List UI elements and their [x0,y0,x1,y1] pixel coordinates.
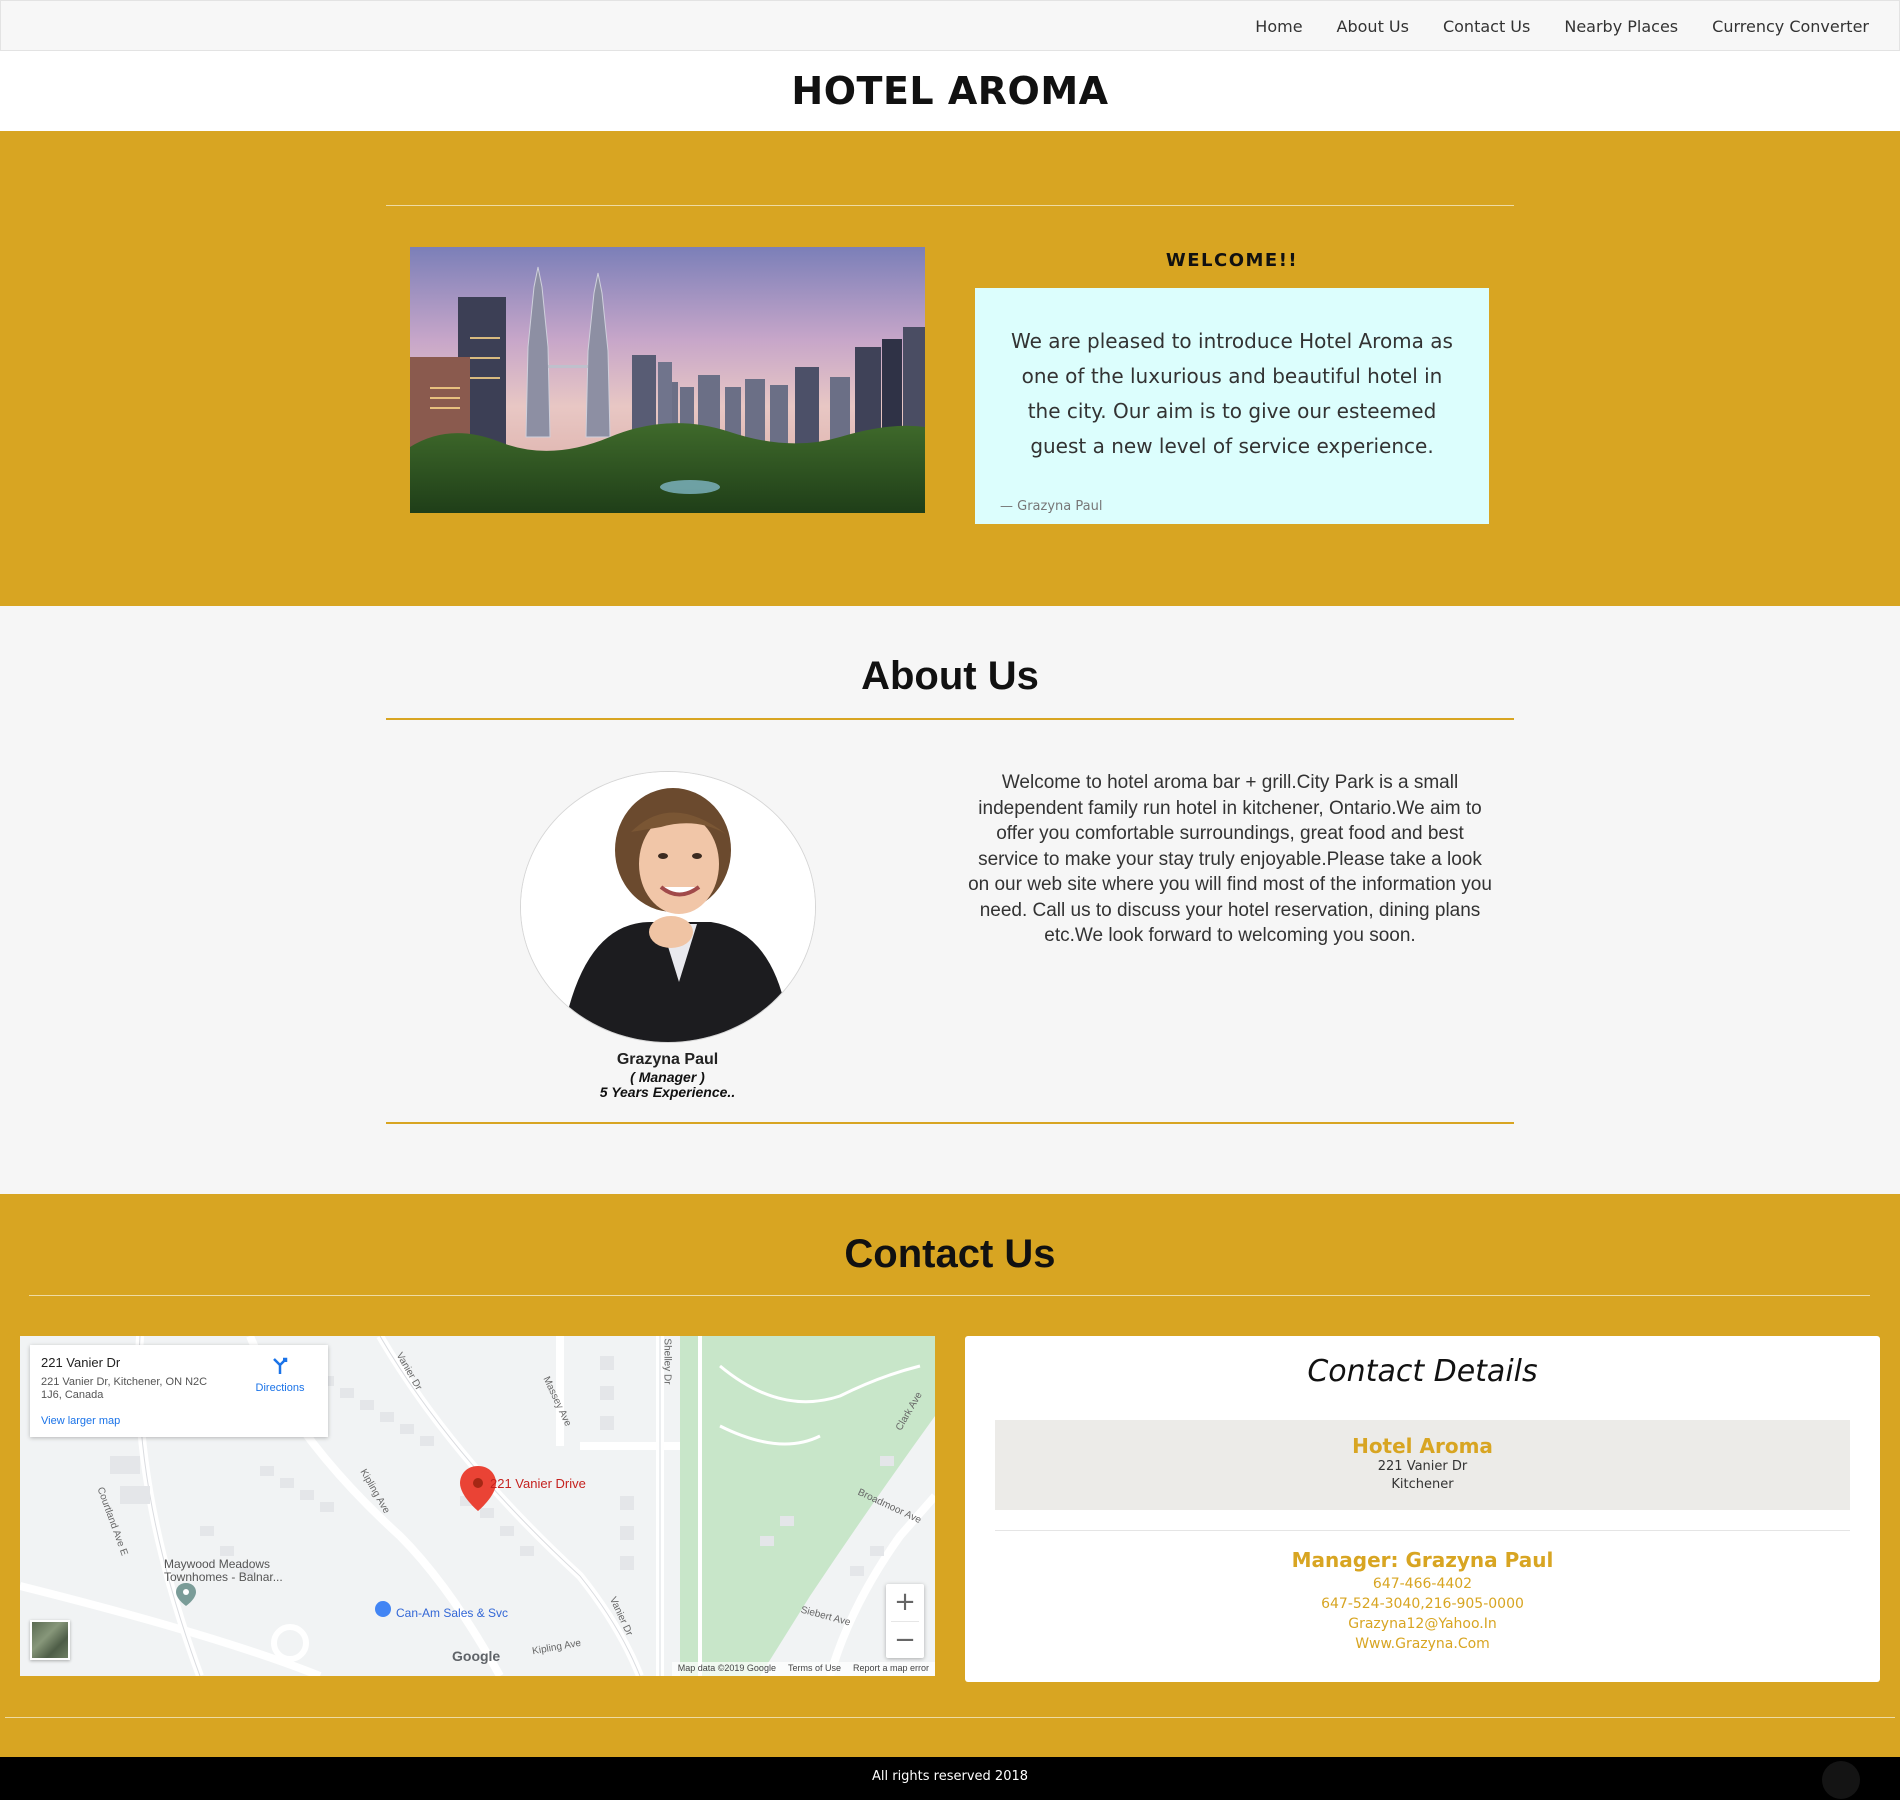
view-larger-map-link[interactable]: View larger map [41,1415,120,1427]
hero-divider [386,205,1514,206]
embedded-map[interactable]: 221 Vanier Dr 221 Vanier Dr, Kitchener, … [20,1336,935,1676]
google-logo: Google [452,1648,501,1664]
manager-name: Grazyna Paul [616,1051,719,1068]
contact-divider-bottom [5,1717,1895,1718]
manager-website-link[interactable]: Www.Grazyna.Com [965,1634,1880,1654]
map-info-card: 221 Vanier Dr 221 Vanier Dr, Kitchener, … [30,1345,328,1437]
hotel-street: 221 Vanier Dr [1377,1459,1468,1474]
hero-section: WELCOME!! We are pleased to introduce Ho… [0,131,1900,606]
footer: All rights reserved 2018 [0,1757,1900,1800]
site-title: HOTEL AROMA [791,69,1109,113]
nav-currency-converter-link[interactable]: Currency Converter [1712,17,1869,36]
map-terms-link[interactable]: Terms of Use [788,1663,841,1675]
map-pin-label[interactable]: 221 Vanier Drive [490,1476,586,1491]
manager-avatar [520,771,816,1043]
about-section: About Us Grazyna Paul ( Manager ) 5 Year… [0,606,1900,1194]
about-title: About Us [861,654,1039,698]
hotel-city: Kitchener [1391,1477,1454,1492]
contact-title: Contact Us [844,1232,1056,1276]
about-divider-bottom [386,1122,1514,1124]
map-data-credit: Map data ©2019 Google [677,1663,776,1673]
map-report-link[interactable]: Report a map error [853,1663,929,1675]
hotel-address-block: Hotel Aroma 221 Vanier Dr Kitchener [995,1420,1850,1510]
details-divider [995,1530,1850,1531]
contact-details-title: Contact Details [1307,1354,1538,1389]
nav-nearby-places-link[interactable]: Nearby Places [1564,17,1678,36]
city-skyline-image [410,247,925,513]
zoom-in-button[interactable]: + [886,1584,924,1621]
nav-about-link[interactable]: About Us [1337,17,1409,36]
nav-links: Home About Us Contact Us Nearby Places C… [1221,1,1869,52]
contact-section: Contact Us 221 Vanier Dr 221 Vanier Dr, … [0,1194,1900,1757]
map-card-title: 221 Vanier Dr [41,1355,121,1370]
hotel-name: Hotel Aroma [1352,1434,1493,1458]
map-area-label[interactable]: Maywood Meadows Townhomes - Balnar... [164,1558,304,1584]
directions-button[interactable]: Directions [248,1356,312,1394]
map-zoom-controls: + − [886,1584,924,1658]
map-card-address: 221 Vanier Dr, Kitchener, ON N2C 1J6, Ca… [41,1376,208,1401]
welcome-quote-text: We are pleased to introduce Hotel Aroma … [1011,329,1453,458]
zoom-out-button[interactable]: − [886,1622,924,1659]
map-attribution: Map data ©2019 Google Terms of Use Repor… [671,1662,935,1676]
satellite-toggle[interactable] [30,1620,70,1660]
manager-experience: 5 Years Experience.. [599,1084,736,1100]
welcome-quote-box: We are pleased to introduce Hotel Aroma … [975,288,1489,524]
map-poi-label[interactable]: Can-Am Sales & Svc [396,1606,508,1620]
about-description: Welcome to hotel aroma bar + grill.City … [968,772,1492,946]
manager-phone-secondary[interactable]: 647-524-3040,216-905-0000 [965,1594,1880,1614]
navbar: Home About Us Contact Us Nearby Places C… [0,0,1900,51]
scroll-to-top-button[interactable] [1822,1761,1860,1799]
map-street-label: Shelley Dr [661,1338,673,1385]
manager-role: ( Manager ) [630,1069,705,1085]
manager-heading: Manager: Grazyna Paul [1291,1548,1554,1572]
contact-details-card: Contact Details Hotel Aroma 221 Vanier D… [965,1336,1880,1682]
directions-label: Directions [255,1382,305,1394]
manager-phone-primary[interactable]: 647-466-4402 [965,1574,1880,1594]
welcome-quote-signature: — Grazyna Paul [1000,499,1103,514]
about-divider-top [386,718,1514,720]
manager-email-link[interactable]: Grazyna12@Yahoo.In [965,1614,1880,1634]
brand-bar: HOTEL AROMA [0,51,1900,131]
contact-divider [29,1295,1870,1296]
manager-contact-block: Manager: Grazyna Paul 647-466-4402 647-5… [965,1548,1880,1654]
nav-home-link[interactable]: Home [1255,17,1302,36]
copyright-text: All rights reserved 2018 [871,1769,1029,1784]
nav-contact-link[interactable]: Contact Us [1443,17,1530,36]
welcome-title: WELCOME!! [1165,250,1299,271]
directions-icon [270,1357,290,1380]
